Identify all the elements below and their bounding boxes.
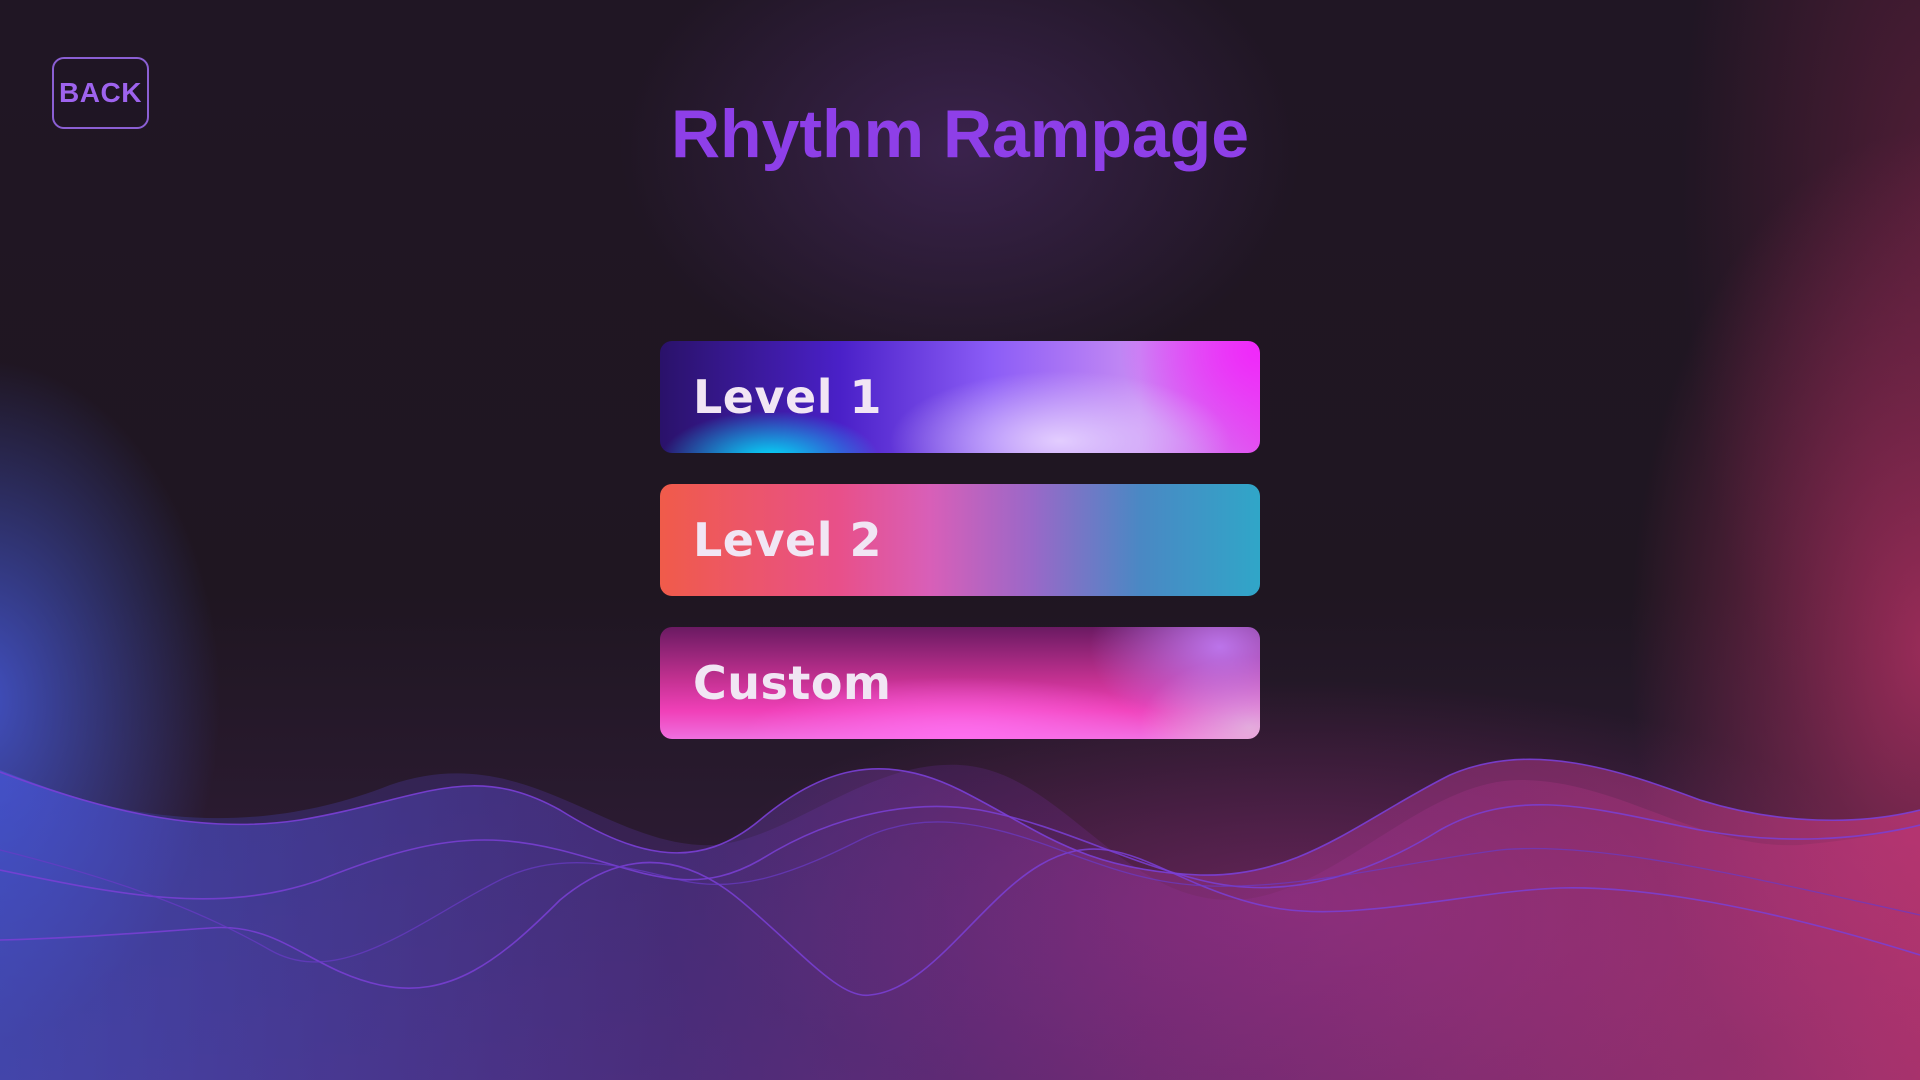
level-2-label: Level 2 <box>693 513 882 567</box>
game-title: Rhythm Rampage <box>670 96 1250 172</box>
custom-level-label: Custom <box>693 656 892 710</box>
level-1-label: Level 1 <box>693 370 882 424</box>
level-2-button[interactable]: Level 2 <box>660 484 1260 596</box>
level-menu: Level 1 Level 2 Custom <box>660 341 1260 770</box>
level-1-button[interactable]: Level 1 <box>660 341 1260 453</box>
custom-level-button[interactable]: Custom <box>660 627 1260 739</box>
level-select-screen: BACK Rhythm Rampage Level 1 Level 2 Cust… <box>0 0 1920 1080</box>
